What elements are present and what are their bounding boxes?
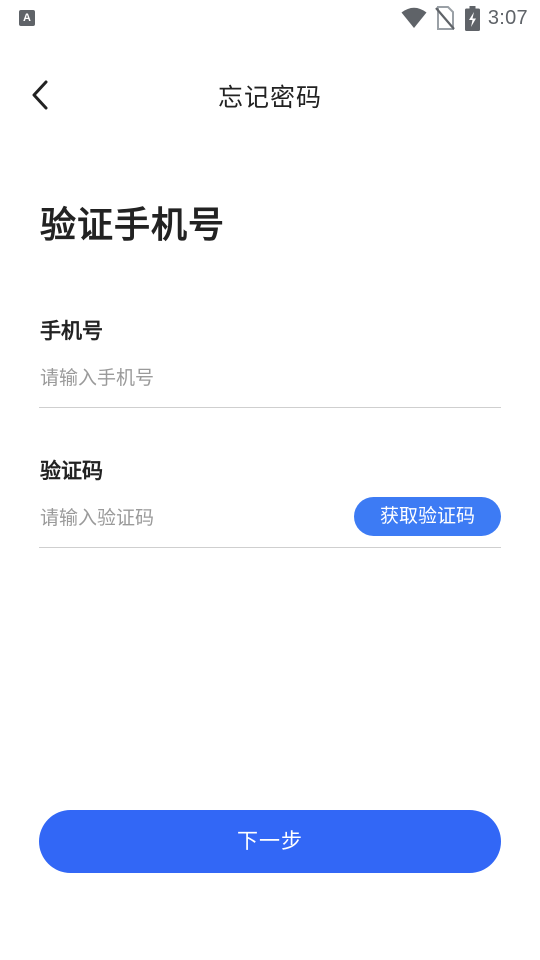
back-button[interactable] [18,74,62,120]
chevron-left-icon [30,79,50,115]
status-icons: 3:07 [401,5,528,31]
page-title: 忘记密码 [217,83,322,112]
code-divider [39,547,501,548]
wifi-icon [401,7,427,29]
code-input[interactable] [40,500,330,536]
battery-charging-icon [464,5,480,31]
app-notification-icon: A [19,10,35,26]
status-time: 3:07 [487,6,528,29]
get-code-button[interactable]: 获取验证码 [354,497,501,536]
phone-input[interactable] [40,360,340,396]
no-sim-icon [435,6,455,30]
phone-divider [39,407,501,408]
next-button[interactable]: 下一步 [39,810,501,873]
phone-label: 手机号 [40,319,103,343]
code-label: 验证码 [40,459,103,483]
section-heading: 验证手机号 [40,205,226,246]
status-bar: A 3:07 [0,0,540,36]
